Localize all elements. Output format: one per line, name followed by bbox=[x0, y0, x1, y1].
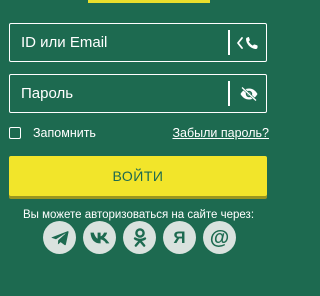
login-input[interactable] bbox=[21, 24, 221, 61]
telegram-icon bbox=[51, 230, 69, 245]
login-button[interactable]: ВОЙТИ bbox=[9, 156, 267, 196]
vk-icon bbox=[90, 232, 109, 243]
email-icon: @ bbox=[209, 226, 230, 249]
login-field[interactable] bbox=[9, 23, 267, 62]
forgot-password-link[interactable]: Забыли пароль? bbox=[172, 126, 269, 140]
vk-button[interactable] bbox=[83, 221, 116, 254]
phone-switch-icon[interactable] bbox=[232, 24, 266, 61]
remember-me-checkbox[interactable]: Запомнить bbox=[9, 126, 96, 140]
remember-me-label: Запомнить bbox=[33, 126, 96, 140]
email-button[interactable]: @ bbox=[203, 221, 236, 254]
yandex-button[interactable]: Я bbox=[163, 221, 196, 254]
telegram-button[interactable] bbox=[43, 221, 76, 254]
odnoklassniki-icon bbox=[133, 227, 146, 247]
active-tab-indicator bbox=[88, 0, 210, 3]
field-divider bbox=[228, 30, 230, 55]
password-input[interactable] bbox=[21, 75, 221, 112]
checkbox-box[interactable] bbox=[9, 127, 21, 139]
yandex-icon: Я bbox=[173, 228, 186, 247]
odnoklassniki-button[interactable] bbox=[123, 221, 156, 254]
eye-slash-icon[interactable] bbox=[232, 75, 266, 112]
field-divider bbox=[228, 81, 230, 106]
password-field[interactable] bbox=[9, 74, 267, 113]
